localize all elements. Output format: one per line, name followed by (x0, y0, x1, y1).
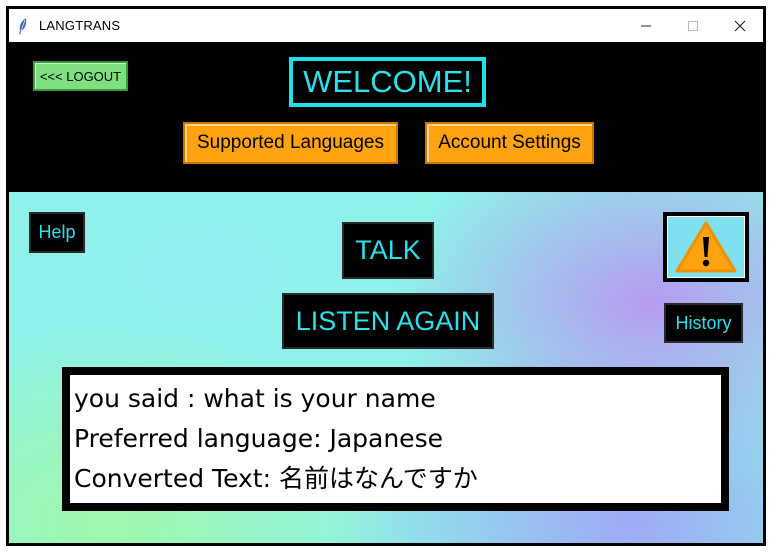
close-icon (734, 20, 746, 31)
preferred-language-line: Preferred language: Japanese (74, 424, 443, 453)
minimize-icon (641, 25, 651, 26)
alert-button[interactable] (663, 212, 749, 282)
logout-button[interactable]: <<< LOGOUT (33, 61, 128, 91)
feather-icon (19, 18, 27, 34)
app-window: LANGTRANS <<< LOGOUT WELCOME! Supported … (6, 6, 766, 546)
converted-text-line: Converted Text: 名前はなんですか (74, 464, 478, 493)
spoken-text-line: you said : what is your name (74, 384, 436, 413)
maximize-icon (688, 20, 698, 31)
help-button[interactable]: Help (29, 212, 85, 253)
history-button[interactable]: History (664, 303, 743, 343)
close-button[interactable] (717, 9, 763, 42)
maximize-button[interactable] (670, 9, 716, 42)
minimize-button[interactable] (623, 9, 669, 42)
header-bar: <<< LOGOUT WELCOME! Supported Languages … (9, 42, 763, 192)
window-title: LANGTRANS (39, 18, 121, 33)
title-bar[interactable]: LANGTRANS (9, 9, 763, 42)
translation-output-box: you said : what is your name Preferred l… (62, 367, 729, 511)
supported-languages-button[interactable]: Supported Languages (183, 122, 398, 164)
warning-icon (675, 221, 737, 273)
listen-again-button[interactable]: LISTEN AGAIN (282, 293, 494, 349)
talk-button[interactable]: TALK (342, 222, 434, 279)
welcome-banner: WELCOME! (289, 57, 486, 107)
alert-button-face (667, 216, 745, 278)
account-settings-button[interactable]: Account Settings (425, 122, 594, 164)
main-panel: Help TALK LISTEN AGAIN History you said … (9, 192, 763, 543)
